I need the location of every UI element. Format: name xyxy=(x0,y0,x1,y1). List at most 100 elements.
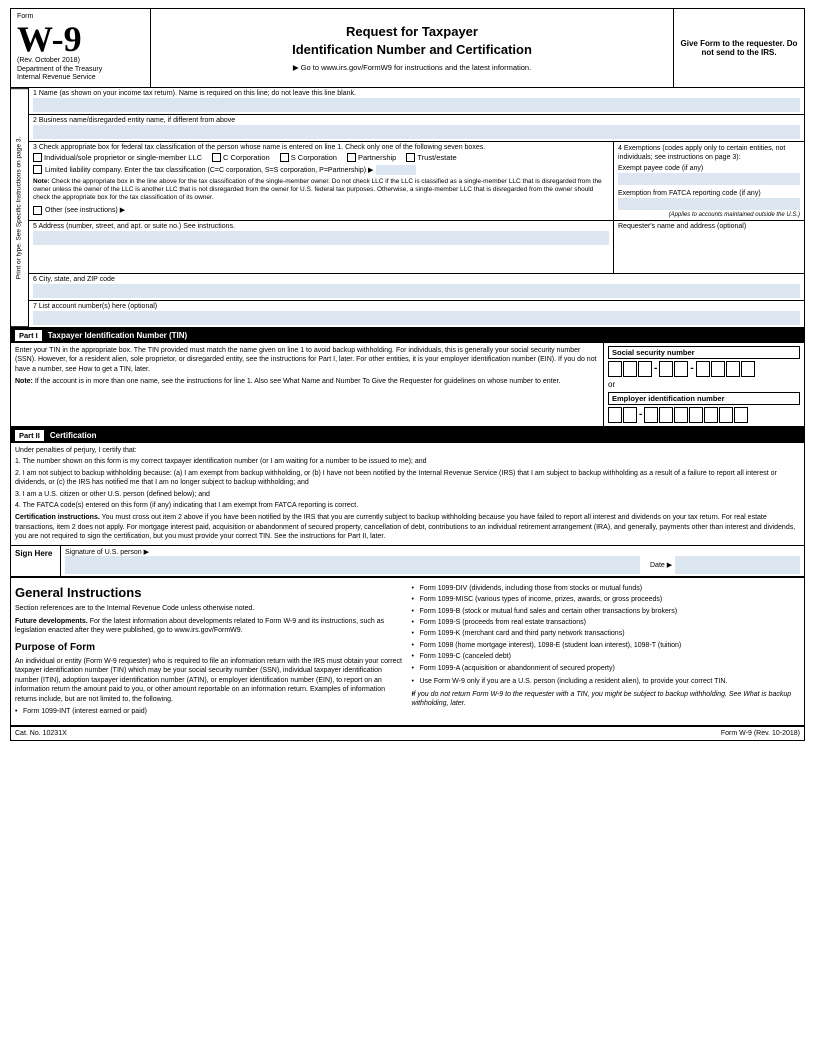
ein-label: Employer identification number xyxy=(608,392,800,405)
ein-box6[interactable] xyxy=(689,407,703,423)
ssn-box7[interactable] xyxy=(711,361,725,377)
ssn-box6[interactable] xyxy=(696,361,710,377)
individual-checkbox[interactable] xyxy=(33,153,42,162)
right-bullet-8: Use Form W-9 only if you are a U.S. pers… xyxy=(412,677,801,686)
bullet-item-1099int: Form 1099-INT (interest earned or paid) xyxy=(15,707,404,716)
line6-input[interactable] xyxy=(33,284,800,298)
trust-option[interactable]: Trust/estate xyxy=(406,153,456,162)
ssn-box1[interactable] xyxy=(608,361,622,377)
c-corp-option[interactable]: C Corporation xyxy=(212,153,270,162)
ein-group1 xyxy=(608,407,637,423)
right-bullet-2: Form 1099-B (stock or mutual fund sales … xyxy=(412,607,801,616)
trust-checkbox[interactable] xyxy=(406,153,415,162)
line2-input[interactable] xyxy=(33,125,800,139)
fatca-input[interactable] xyxy=(618,198,800,210)
line2-row: 2 Business name/disregarded entity name,… xyxy=(29,115,804,142)
rev-date: (Rev. October 2018) xyxy=(17,57,144,65)
ein-box7[interactable] xyxy=(704,407,718,423)
ein-boxes: - xyxy=(608,407,800,423)
other-row: Other (see instructions) ▶ xyxy=(33,206,609,215)
ein-box8[interactable] xyxy=(719,407,733,423)
s-corp-checkbox[interactable] xyxy=(280,153,289,162)
ein-box4[interactable] xyxy=(659,407,673,423)
line1-row: 1 Name (as shown on your income tax retu… xyxy=(29,88,804,115)
ssn-box4[interactable] xyxy=(659,361,673,377)
line5-left: 5 Address (number, street, and apt. or s… xyxy=(29,221,614,273)
sign-right: Signature of U.S. person ▶ Date ▶ xyxy=(61,546,804,576)
ein-box5[interactable] xyxy=(674,407,688,423)
gi-right: Form 1099-DIV (dividends, including thos… xyxy=(412,584,801,719)
cert-item1: 1. The number shown on this form is my c… xyxy=(15,457,800,466)
c-corp-label: C Corporation xyxy=(223,153,270,162)
cert-item4: 4. The FATCA code(s) entered on this for… xyxy=(15,501,800,510)
part1-section: Part I Taxpayer Identification Number (T… xyxy=(10,328,805,428)
line7-input[interactable] xyxy=(33,311,800,325)
date-block: Date ▶ xyxy=(650,556,800,574)
cert-item2: 2. I am not subject to backup withholdin… xyxy=(15,469,800,488)
ein-dash: - xyxy=(639,409,642,420)
right-bullet-3: Form 1099-S (proceeds from real estate t… xyxy=(412,618,801,627)
general-instructions-section: General Instructions Section references … xyxy=(10,578,805,741)
ssn-box2[interactable] xyxy=(623,361,637,377)
part2-title: Certification xyxy=(50,431,97,440)
ein-box1[interactable] xyxy=(608,407,622,423)
cert-instructions-text: You must cross out item 2 above if you h… xyxy=(15,514,795,540)
sign-here-label: Sign Here xyxy=(11,546,61,576)
s-corp-option[interactable]: S Corporation xyxy=(280,153,337,162)
exempt-payee-input[interactable] xyxy=(618,173,800,185)
line3-row: 3 Check appropriate box for federal tax … xyxy=(29,142,804,221)
ssn-box8[interactable] xyxy=(726,361,740,377)
llc-row: Limited liability company. Enter the tax… xyxy=(33,165,609,175)
line4-label: 4 Exemptions (codes apply only to certai… xyxy=(618,144,800,162)
irs-url: ▶ Go to www.irs.gov/FormW9 for instructi… xyxy=(293,63,531,72)
cat-no: Cat. No. 10231X xyxy=(15,730,67,737)
requester-input[interactable] xyxy=(618,231,800,271)
date-label: Date ▶ xyxy=(650,561,672,569)
other-checkbox[interactable] xyxy=(33,206,42,215)
line1-input[interactable] xyxy=(33,98,800,112)
form-outer: Print or type. See Specific Instructions… xyxy=(10,88,805,328)
right-bullet-6: Form 1099-C (canceled debt) xyxy=(412,652,801,661)
form-title: Request for Taxpayer Identification Numb… xyxy=(292,23,532,59)
ein-box3[interactable] xyxy=(644,407,658,423)
form-header: Form W-9 (Rev. October 2018) Department … xyxy=(10,8,805,88)
signature-input[interactable] xyxy=(65,556,640,574)
right-bullet-4: Form 1099-K (merchant card and third par… xyxy=(412,629,801,638)
partnership-label: Partnership xyxy=(358,153,396,162)
note-body: Check the appropriate box in the line ab… xyxy=(33,178,602,202)
part1-note-text: If the account is in more than one name,… xyxy=(35,378,561,385)
llc-classification-input[interactable] xyxy=(376,165,416,175)
applies-note: (Applies to accounts maintained outside … xyxy=(618,212,800,218)
cert-body: Under penalties of perjury, I certify th… xyxy=(11,443,804,546)
ssn-box9[interactable] xyxy=(741,361,755,377)
gi-title: General Instructions xyxy=(15,584,404,602)
c-corp-checkbox[interactable] xyxy=(212,153,221,162)
individual-option[interactable]: Individual/sole proprietor or single-mem… xyxy=(33,153,202,162)
partnership-checkbox[interactable] xyxy=(347,153,356,162)
signature-block: Signature of U.S. person ▶ xyxy=(65,548,640,574)
gi-left: General Instructions Section references … xyxy=(15,584,404,719)
ssn-group1 xyxy=(608,361,652,377)
ein-box2[interactable] xyxy=(623,407,637,423)
give-form-notice: Give Form to the requester. Do not send … xyxy=(674,9,804,87)
part1-note: Note: If the account is in more than one… xyxy=(15,377,599,386)
ssn-box5[interactable] xyxy=(674,361,688,377)
trust-label: Trust/estate xyxy=(417,153,456,162)
llc-checkbox[interactable] xyxy=(33,165,42,174)
header-center: Request for Taxpayer Identification Numb… xyxy=(151,9,674,87)
gi-future: Future developments. For the latest info… xyxy=(15,617,404,636)
date-input[interactable] xyxy=(675,556,800,574)
partnership-option[interactable]: Partnership xyxy=(347,153,396,162)
part1-note-label: Note: xyxy=(15,378,33,385)
ssn-group2 xyxy=(659,361,688,377)
purpose-title: Purpose of Form xyxy=(15,641,404,655)
cert-instructions-label: Certification instructions. xyxy=(15,514,100,521)
cert-item3: 3. I am a U.S. citizen or other U.S. per… xyxy=(15,490,800,499)
note-label: Note: xyxy=(33,178,50,185)
ssn-box3[interactable] xyxy=(638,361,652,377)
ein-box9[interactable] xyxy=(734,407,748,423)
cert-instructions-para: Certification instructions. You must cro… xyxy=(15,513,800,541)
s-corp-label: S Corporation xyxy=(291,153,337,162)
line5-input[interactable] xyxy=(33,231,609,245)
note-section: Note: Check the appropriate box in the l… xyxy=(33,178,609,203)
